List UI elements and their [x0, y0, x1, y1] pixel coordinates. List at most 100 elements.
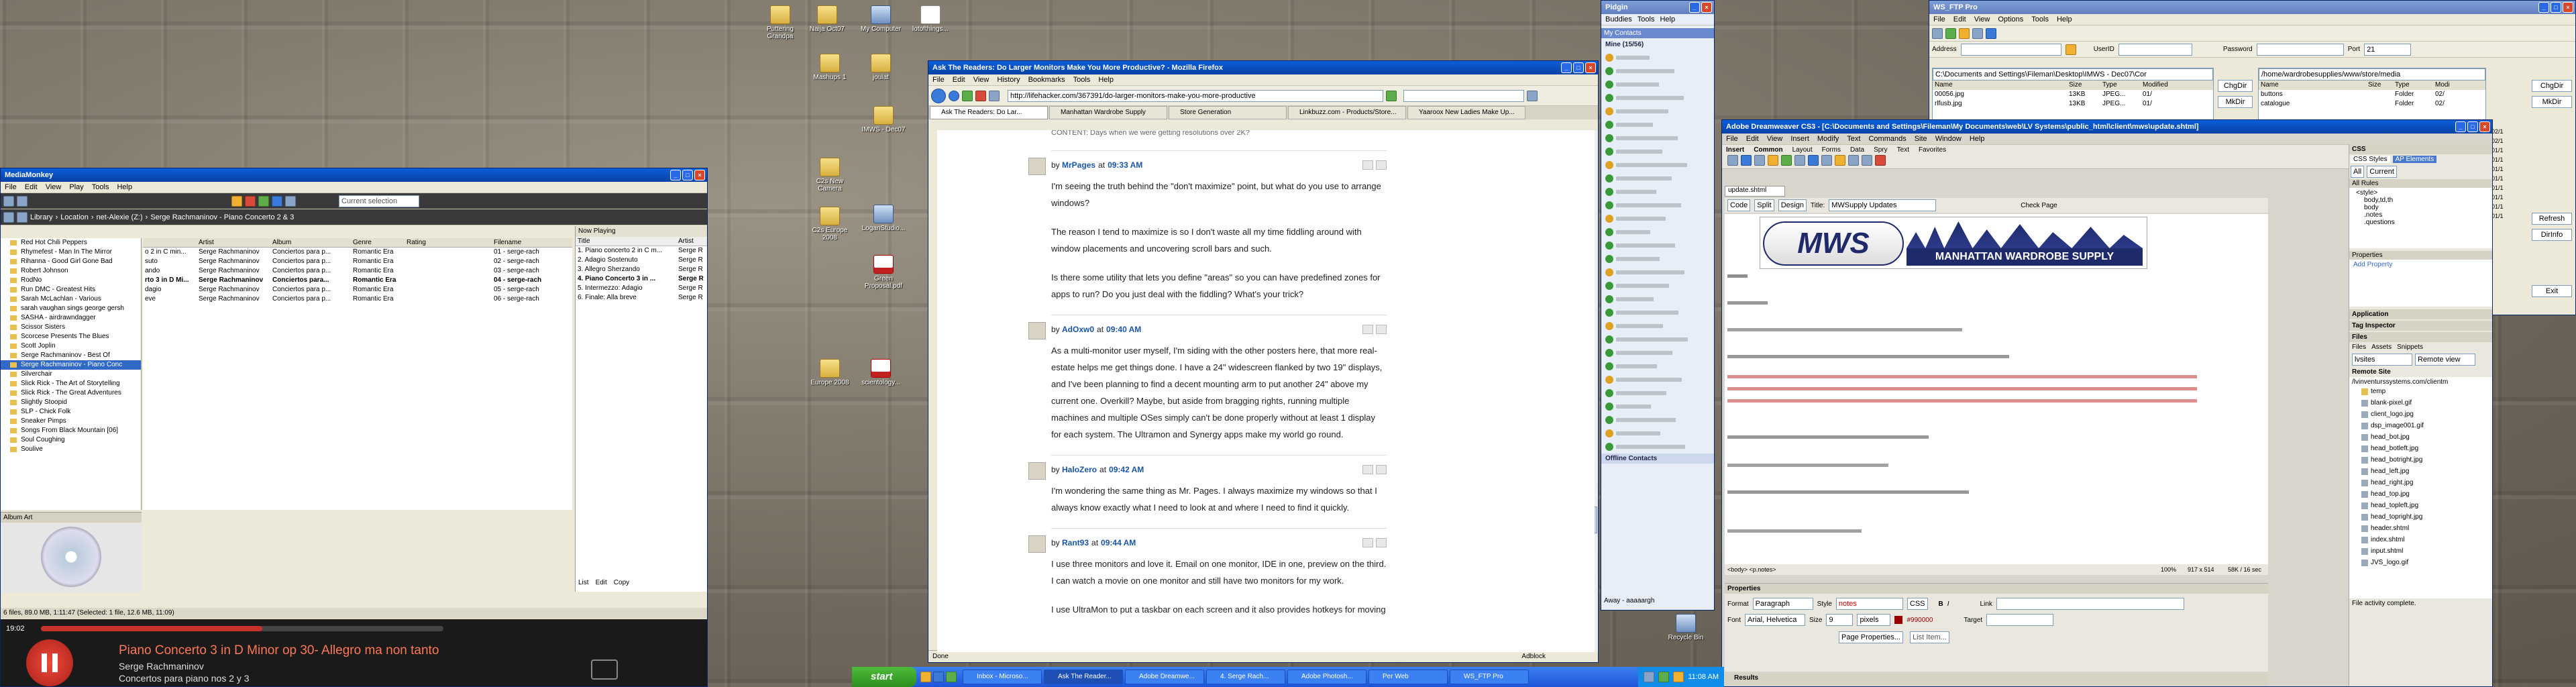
tab-active[interactable]: Ask The Readers: Do Lar... — [930, 106, 1048, 119]
contact-item[interactable] — [1601, 51, 1714, 64]
bold-button[interactable]: B — [1939, 600, 1943, 608]
search-icon[interactable] — [1527, 90, 1538, 101]
refresh-button[interactable]: Refresh — [2532, 213, 2572, 225]
menu-edit[interactable]: Edit — [25, 182, 38, 193]
media-icon[interactable] — [946, 672, 957, 682]
stop-icon[interactable] — [975, 90, 986, 101]
dirinfo-button[interactable]: DirInfo — [2532, 229, 2572, 241]
stop-icon[interactable] — [17, 195, 28, 207]
contact-item[interactable] — [1601, 78, 1714, 91]
tray-icon[interactable] — [1673, 672, 1684, 682]
tree-item[interactable]: Robert Johnson — [1, 266, 141, 276]
local-file-row[interactable]: 00056.jpg 13KB JPEG... 01/ — [1933, 90, 2213, 99]
column-filename[interactable]: Filename — [492, 238, 559, 247]
taskbar-item[interactable]: Adobe Dreamwe... — [1125, 670, 1204, 684]
check-page-button[interactable]: Check Page — [2021, 202, 2057, 209]
back-icon[interactable] — [3, 211, 14, 223]
tab-ap-elements[interactable]: AP Elements — [2392, 156, 2437, 163]
tree-item[interactable]: Rihanna - Good Girl Gone Bad — [1, 257, 141, 266]
desktop-icon[interactable]: My Computer — [856, 5, 906, 33]
tree-item[interactable]: SASHA - airdrawndagger — [1, 313, 141, 323]
volume-icon[interactable] — [591, 659, 618, 680]
password-input[interactable] — [2256, 43, 2344, 56]
userid-input[interactable] — [2118, 43, 2192, 56]
menu-tools[interactable]: Tools — [1073, 74, 1091, 85]
breadcrumb-folder[interactable]: Serge Rachmaninov - Piano Concerto 2 & 3 — [150, 213, 294, 221]
online-group[interactable]: Mine (15/56) — [1601, 38, 1714, 51]
menu-item[interactable]: Text — [1847, 134, 1860, 144]
contact-item[interactable] — [1601, 172, 1714, 185]
burn-icon[interactable] — [231, 195, 242, 207]
remote-file[interactable]: dsp_image001.gif — [2352, 420, 2489, 431]
buddy-status[interactable]: Away - aaaaargh — [1604, 597, 1654, 604]
contact-item[interactable] — [1601, 279, 1714, 293]
code-view-button[interactable]: Code — [1727, 199, 1751, 211]
remote-file[interactable]: header.shtml — [2352, 523, 2489, 534]
minimize-icon[interactable]: _ — [2455, 121, 2466, 132]
local-file-row[interactable]: rlfusb.jpg 13KB JPEG... 01/ — [1933, 99, 2213, 109]
comment-author[interactable]: HaloZero — [1062, 465, 1097, 474]
contact-item[interactable] — [1601, 266, 1714, 279]
comment-time[interactable]: 09:42 AM — [1109, 465, 1144, 474]
track-row[interactable]: o 2 in C min... Serge Rachmaninov Conciert… — [143, 248, 572, 257]
desktop-icon[interactable]: Europe 2008 — [805, 359, 855, 386]
now-playing-item[interactable]: 3. Allegro Sherzando Serge R — [576, 265, 707, 274]
menu-tools[interactable]: Tools — [1638, 14, 1655, 25]
design-view-button[interactable]: Design — [1778, 199, 1807, 211]
split-view-button[interactable]: Split — [1754, 199, 1774, 211]
dreamweaver-titlebar[interactable]: Adobe Dreamweaver CS3 - [C:\Documents an… — [1722, 120, 2492, 134]
forward-icon[interactable] — [17, 211, 28, 223]
comment-author[interactable]: AdOxw0 — [1062, 325, 1094, 334]
tree-item[interactable]: Slick Rick - The Art of Storytelling — [1, 379, 141, 388]
contact-item[interactable] — [1601, 199, 1714, 212]
css-rule[interactable]: .notes — [2356, 211, 2485, 219]
menu-file[interactable]: File — [5, 182, 17, 193]
taskbar-item[interactable]: Ask The Reader... — [1044, 670, 1123, 684]
contact-item[interactable] — [1601, 252, 1714, 266]
breadcrumb-library[interactable]: Library — [30, 213, 53, 221]
ftp-titlebar[interactable]: WS_FTP Pro _ □ × — [1929, 1, 2575, 14]
tab-all[interactable]: All — [2351, 166, 2365, 178]
offline-group[interactable]: Offline Contacts — [1601, 454, 1714, 464]
menu-edit[interactable]: Edit — [1953, 14, 1966, 25]
messenger-titlebar[interactable]: Pidgin _ × — [1601, 1, 1714, 14]
contact-item[interactable] — [1601, 118, 1714, 131]
desktop-icon[interactable] — [933, 672, 944, 682]
contact-item[interactable] — [1601, 306, 1714, 319]
css-rule[interactable]: .questions — [2356, 219, 2485, 226]
desktop-icon[interactable]: C2s New Camera — [805, 158, 855, 193]
insert-tab-spry[interactable]: Spry — [1874, 146, 1888, 154]
reply-icon[interactable] — [1362, 160, 1373, 170]
mkdir-button[interactable]: MkDir — [2532, 96, 2572, 108]
close-icon[interactable]: × — [1585, 62, 1596, 73]
maximize-icon[interactable]: □ — [682, 170, 693, 180]
site-select[interactable]: lvsites — [2352, 354, 2412, 366]
tag-inspector-panel[interactable]: Tag Inspector — [2349, 321, 2492, 331]
menu-item[interactable]: View — [1767, 134, 1783, 144]
search-input[interactable]: Current selection — [339, 195, 419, 207]
tree-item[interactable]: Soul Coughing — [1, 435, 141, 445]
maximize-icon[interactable]: □ — [2467, 121, 2478, 132]
track-row[interactable]: eve Serge Rachmaninov Conciertos para p...… — [143, 295, 572, 304]
menu-history[interactable]: History — [997, 74, 1020, 85]
menu-view[interactable]: View — [46, 182, 62, 193]
tree-item[interactable]: Red Hot Chili Peppers — [1, 238, 141, 248]
address-input[interactable] — [1960, 43, 2061, 56]
contact-item[interactable] — [1601, 386, 1714, 400]
menu-item[interactable]: Help — [1970, 134, 1985, 144]
now-playing-tab[interactable]: Now Playing — [576, 226, 707, 237]
remote-file[interactable]: blank-pixel.gif — [2352, 397, 2489, 409]
tree-item[interactable]: Run DMC - Greatest Hits — [1, 285, 141, 295]
now-playing-item[interactable]: 1. Piano concerto 2 in C m... Serge R — [576, 246, 707, 256]
connect-icon[interactable] — [2065, 44, 2076, 55]
tree-item[interactable]: Scott Joplin — [1, 341, 141, 351]
style-select[interactable]: notes — [1835, 598, 1903, 610]
contact-item[interactable] — [1601, 158, 1714, 172]
remote-file[interactable]: head_botright.jpg — [2352, 454, 2489, 466]
close-icon[interactable]: × — [2563, 2, 2573, 13]
menu-item[interactable]: Insert — [1790, 134, 1809, 144]
page-properties-button[interactable]: Page Properties... — [1839, 631, 1904, 643]
reply-icon[interactable] — [1362, 465, 1373, 474]
minimize-icon[interactable]: _ — [670, 170, 681, 180]
desktop-icon[interactable]: jouiat — [856, 54, 906, 81]
